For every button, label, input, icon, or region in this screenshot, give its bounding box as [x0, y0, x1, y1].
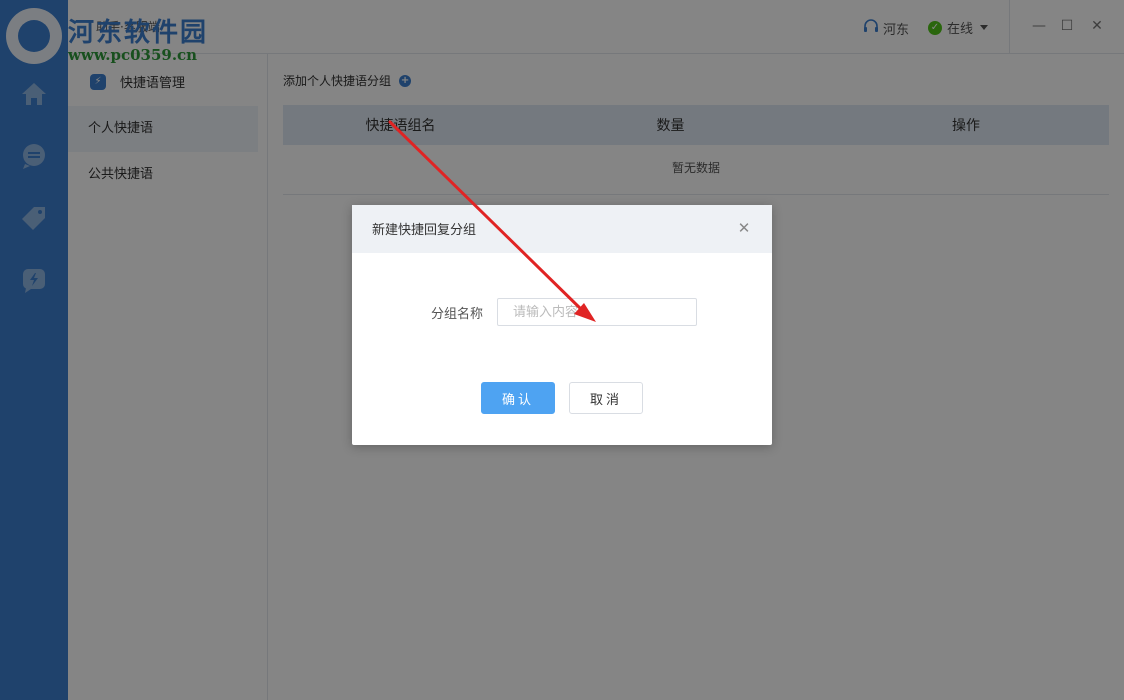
new-group-dialog: 新建快捷回复分组 ✕ 分组名称 确认 取消 [352, 205, 772, 445]
group-name-label: 分组名称 [431, 307, 484, 322]
close-icon[interactable]: ✕ [736, 219, 752, 237]
dialog-title: 新建快捷回复分组 [372, 223, 477, 238]
dialog-header: 新建快捷回复分组 ✕ [352, 205, 772, 253]
cancel-button[interactable]: 取消 [569, 382, 643, 414]
group-name-input[interactable] [497, 298, 697, 326]
confirm-button[interactable]: 确认 [481, 382, 555, 414]
